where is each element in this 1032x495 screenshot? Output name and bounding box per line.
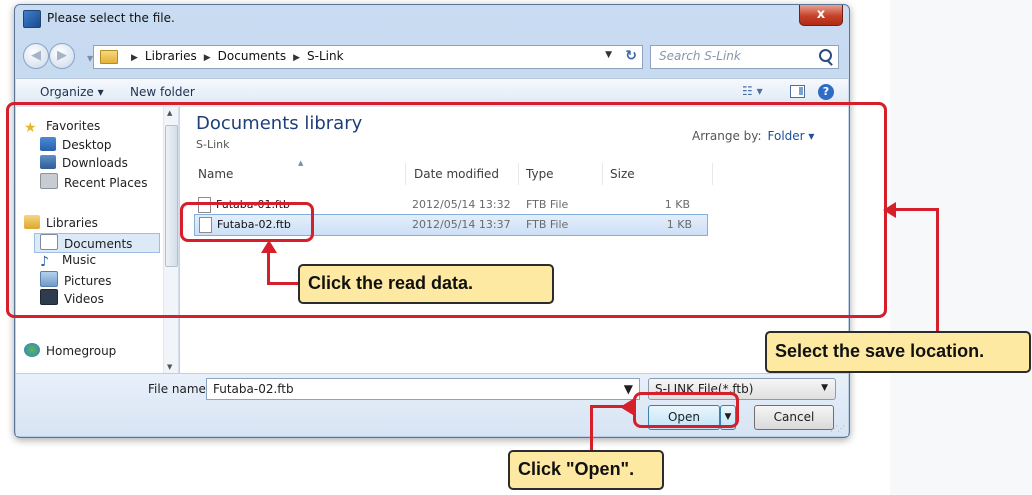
back-forward-group: ◀ ▶ ▼ [23,43,93,69]
folder-icon [100,50,118,64]
file-name-value: Futaba-02.ftb [213,382,294,396]
change-view-icon[interactable]: ☷ ▾ [742,84,763,98]
address-bar[interactable]: ▶ Libraries ▶ Documents ▶ S-Link ▼ ↻ [93,45,643,69]
sidebar-item-label: Homegroup [46,344,117,358]
dialog-title: Please select the file. [47,11,175,25]
chevron-down-icon: ▼ [821,383,828,393]
breadcrumb-separator-icon: ▶ [293,53,301,63]
callout-save-location: Select the save location. [765,331,1031,373]
callout-connector [267,282,301,285]
preview-pane-icon[interactable] [790,85,805,98]
file-name-label: File name: [148,382,210,396]
organize-button[interactable]: Organize ▾ [40,85,104,99]
callout-connector [590,405,593,452]
callout-read-data: Click the read data. [298,264,554,304]
close-button[interactable]: x [799,5,843,26]
callout-open: Click "Open". [508,450,664,490]
file-name-field[interactable]: Futaba-02.ftb ▼ [206,378,640,400]
page-background-strip [890,0,1032,495]
scroll-down-icon[interactable]: ▼ [167,363,172,371]
selected-file-highlight [180,202,314,242]
title-bar: Please select the file. x [15,5,849,35]
navigation-row: ◀ ▶ ▼ ▶ Libraries ▶ Documents ▶ S-Link ▼ ↻ Se… [15,39,849,75]
refresh-icon[interactable]: ↻ [625,48,637,64]
callout-read-data-text: Click the read data. [308,273,474,293]
breadcrumb-s-link[interactable]: S-Link [307,49,344,63]
callout-open-text: Click "Open". [518,459,635,479]
file-name-dropdown-icon[interactable]: ▼ [624,382,633,396]
search-icon[interactable] [819,49,832,62]
callout-connector [894,208,938,211]
sidebar-item-homegroup[interactable]: Homegroup [24,343,116,361]
open-button-highlight [633,392,739,428]
forward-arrow-icon[interactable]: ▶ [49,43,75,69]
breadcrumb-separator-icon: ▶ [203,53,211,63]
back-arrow-icon[interactable]: ◀ [23,43,49,69]
resize-grip-icon[interactable]: ⋰⋰ [830,424,845,433]
callout-connector [936,208,939,334]
app-icon [23,10,41,28]
search-placeholder: Search S-Link [659,49,741,63]
breadcrumb: ▶ Libraries ▶ Documents ▶ S-Link [124,49,344,63]
breadcrumb-libraries[interactable]: Libraries [145,49,197,63]
help-icon[interactable]: ? [818,84,834,100]
breadcrumb-documents[interactable]: Documents [218,49,286,63]
callout-save-location-text: Select the save location. [775,341,985,361]
new-folder-button[interactable]: New folder [130,85,195,99]
callout-connector [591,405,623,408]
search-input[interactable]: Search S-Link [650,45,839,69]
callout-connector [267,252,270,284]
address-dropdown-icon[interactable]: ▼ [605,50,612,60]
homegroup-icon [24,343,40,357]
cancel-button[interactable]: Cancel [754,405,834,430]
breadcrumb-separator-icon: ▶ [131,53,138,63]
